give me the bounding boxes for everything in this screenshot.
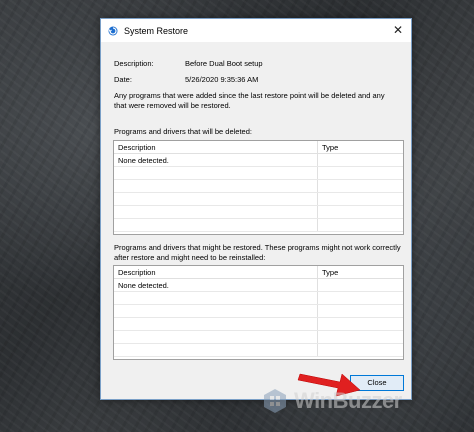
date-value: 5/26/2020 9:35:36 AM — [185, 75, 259, 84]
row-type — [317, 153, 403, 167]
column-header-type[interactable]: Type — [317, 266, 403, 279]
title-bar[interactable]: System Restore ✕ — [101, 19, 411, 42]
column-header-description[interactable]: Description — [114, 266, 318, 279]
deleted-section-label: Programs and drivers that will be delete… — [114, 127, 252, 136]
table-header-row: Description Type — [114, 141, 403, 154]
system-restore-icon — [108, 26, 118, 35]
close-icon[interactable]: ✕ — [391, 23, 405, 37]
table-row-empty — [114, 343, 403, 357]
table-row[interactable]: None detected. — [114, 153, 403, 167]
table-row-empty — [114, 192, 403, 206]
info-text: Any programs that were added since the l… — [114, 91, 385, 110]
table-row[interactable]: None detected. — [114, 278, 403, 292]
column-header-type[interactable]: Type — [317, 141, 403, 154]
row-description: None detected. — [114, 153, 318, 167]
deleted-programs-table[interactable]: Description Type None detected. — [113, 140, 404, 235]
table-row-empty — [114, 330, 403, 344]
system-restore-dialog: System Restore ✕ Description: Before Dua… — [100, 18, 412, 400]
table-row-empty — [114, 291, 403, 305]
restored-programs-table[interactable]: Description Type None detected. — [113, 265, 404, 360]
description-label: Description: — [114, 59, 154, 68]
table-row-empty — [114, 179, 403, 193]
table-row-empty — [114, 317, 403, 331]
table-row-empty — [114, 205, 403, 219]
table-row-empty — [114, 166, 403, 180]
date-label: Date: — [114, 75, 132, 84]
restored-section-label: Programs and drivers that might be resto… — [114, 243, 401, 262]
watermark-text: WinBuzzer — [294, 388, 402, 413]
row-type — [317, 278, 403, 292]
watermark: WinBuzzer — [262, 388, 402, 414]
row-description: None detected. — [114, 278, 318, 292]
table-row-empty — [114, 304, 403, 318]
winbuzzer-logo-icon — [264, 389, 286, 413]
column-header-description[interactable]: Description — [114, 141, 318, 154]
window-title: System Restore — [124, 25, 189, 36]
table-header-row: Description Type — [114, 266, 403, 279]
description-value: Before Dual Boot setup — [185, 59, 263, 68]
table-row-empty — [114, 218, 403, 232]
